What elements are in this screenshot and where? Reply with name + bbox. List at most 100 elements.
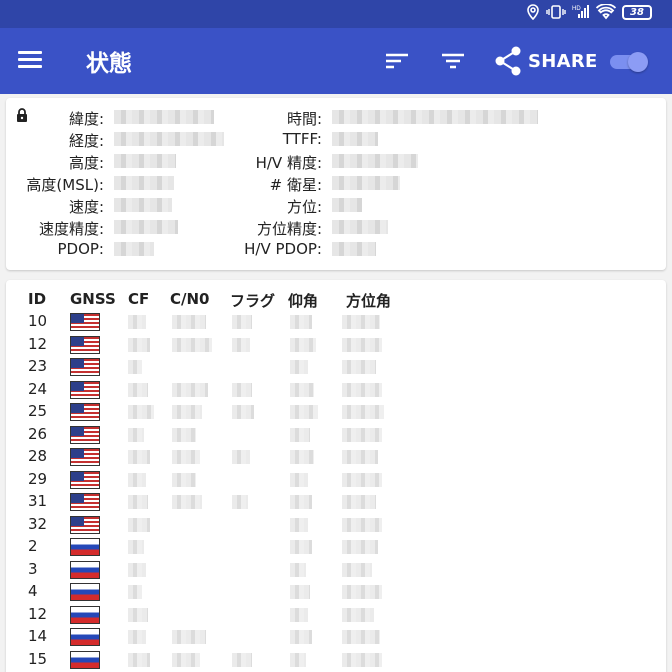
altitude-label: 高度: (68, 154, 104, 172)
sort-button[interactable] (384, 48, 412, 74)
status-bar: HD 38 (0, 0, 672, 28)
redacted-cell (172, 652, 200, 667)
redacted-cell (232, 450, 250, 464)
redacted-cell (128, 472, 146, 487)
redacted-cell (290, 427, 310, 442)
redacted-cell (342, 652, 382, 667)
hv-pdop-label: H/V PDOP: (244, 240, 322, 258)
row-id: 29 (28, 469, 48, 488)
row-id: 15 (28, 649, 48, 668)
tracking-toggle[interactable] (608, 52, 650, 72)
column-header-gnss: GNSS (70, 290, 116, 308)
page-title: 状態 (86, 51, 132, 77)
hv-accuracy-value (332, 154, 418, 168)
column-header-elevation: 仰角 (288, 292, 319, 310)
redacted-cell (128, 652, 150, 667)
redacted-cell (342, 405, 384, 419)
row-id: 31 (28, 492, 48, 510)
row-id: 28 (28, 447, 48, 465)
toggle-thumb (628, 52, 648, 72)
satellite-count-value (332, 176, 400, 190)
row-id: 12 (28, 334, 48, 353)
redacted-cell (342, 562, 372, 577)
redacted-cell (172, 337, 212, 352)
location-card: 緯度: 経度: 高度: 高度(MSL): 速度: 速度精度: PDOP: 時間:… (6, 98, 666, 270)
redacted-cell (232, 652, 252, 667)
row-id: 26 (28, 424, 48, 443)
redacted-cell (290, 405, 318, 419)
app-bar: 状態 SHARE (0, 28, 672, 94)
redacted-cell (172, 315, 206, 329)
redacted-cell (172, 472, 196, 487)
us-flag-icon (70, 470, 100, 489)
redacted-cell (128, 315, 146, 329)
redacted-cell (290, 630, 312, 644)
row-id: 10 (28, 312, 48, 330)
ttff-value (332, 132, 378, 146)
russia-flag-icon (70, 650, 100, 669)
redacted-cell (232, 495, 248, 509)
speed-label: 速度: (68, 198, 104, 216)
satellite-table: ID GNSS CF C/N0 フラグ 仰角 方位角 10 12 23 24 25 26 2… (6, 280, 666, 672)
column-header-id: ID (28, 290, 47, 308)
svg-text:HD: HD (572, 6, 581, 12)
column-header-flags: フラグ (230, 292, 276, 310)
redacted-cell (128, 585, 142, 599)
pdop-label: PDOP: (57, 240, 104, 258)
redacted-cell (128, 450, 150, 464)
redacted-cell (342, 382, 382, 397)
redacted-cell (342, 315, 380, 329)
redacted-cell (290, 517, 308, 532)
redacted-cell (128, 540, 144, 554)
altitude-value (114, 154, 176, 168)
latitude-label: 緯度: (68, 110, 104, 128)
redacted-cell (290, 607, 308, 622)
menu-button[interactable] (18, 48, 48, 74)
bearing-accuracy-value (332, 220, 388, 234)
column-header-azimuth: 方位角 (346, 292, 392, 310)
speed-accuracy-value (114, 220, 178, 234)
longitude-label: 経度: (68, 132, 104, 150)
redacted-cell (232, 337, 250, 352)
hv-accuracy-label: H/V 精度: (255, 154, 322, 172)
us-flag-icon (70, 425, 100, 444)
us-flag-icon (70, 448, 100, 466)
us-flag-icon (70, 313, 100, 331)
redacted-cell (128, 562, 146, 577)
share-button[interactable]: SHARE (494, 44, 598, 78)
share-icon (495, 46, 521, 76)
redacted-cell (342, 585, 382, 599)
redacted-cell (128, 517, 150, 532)
redacted-cell (290, 472, 308, 487)
redacted-cell (342, 540, 378, 554)
longitude-value (114, 132, 224, 146)
redacted-cell (290, 315, 312, 329)
russia-flag-icon (70, 538, 100, 556)
row-id: 3 (28, 559, 38, 578)
russia-flag-icon (70, 605, 100, 624)
altitude-msl-label: 高度(MSL): (26, 176, 104, 194)
vibrate-icon (546, 5, 566, 19)
status-icons: HD 38 (526, 4, 652, 20)
redacted-cell (342, 630, 380, 644)
filter-button[interactable] (440, 48, 468, 74)
redacted-cell (290, 360, 308, 374)
redacted-cell (342, 517, 382, 532)
redacted-cell (290, 495, 312, 509)
row-id: 25 (28, 402, 48, 420)
redacted-cell (232, 405, 254, 419)
bearing-accuracy-label: 方位精度: (256, 220, 322, 238)
redacted-cell (128, 360, 142, 374)
location-icon (527, 4, 539, 20)
speed-accuracy-label: 速度精度: (38, 220, 104, 238)
sort-icon (386, 53, 408, 69)
redacted-cell (172, 427, 196, 442)
redacted-cell (342, 472, 382, 487)
column-header-cf: CF (128, 290, 150, 308)
row-id: 24 (28, 379, 48, 398)
redacted-cell (128, 427, 144, 442)
row-id: 2 (28, 537, 38, 555)
redacted-cell (290, 382, 314, 397)
us-flag-icon (70, 493, 100, 511)
redacted-cell (342, 607, 374, 622)
